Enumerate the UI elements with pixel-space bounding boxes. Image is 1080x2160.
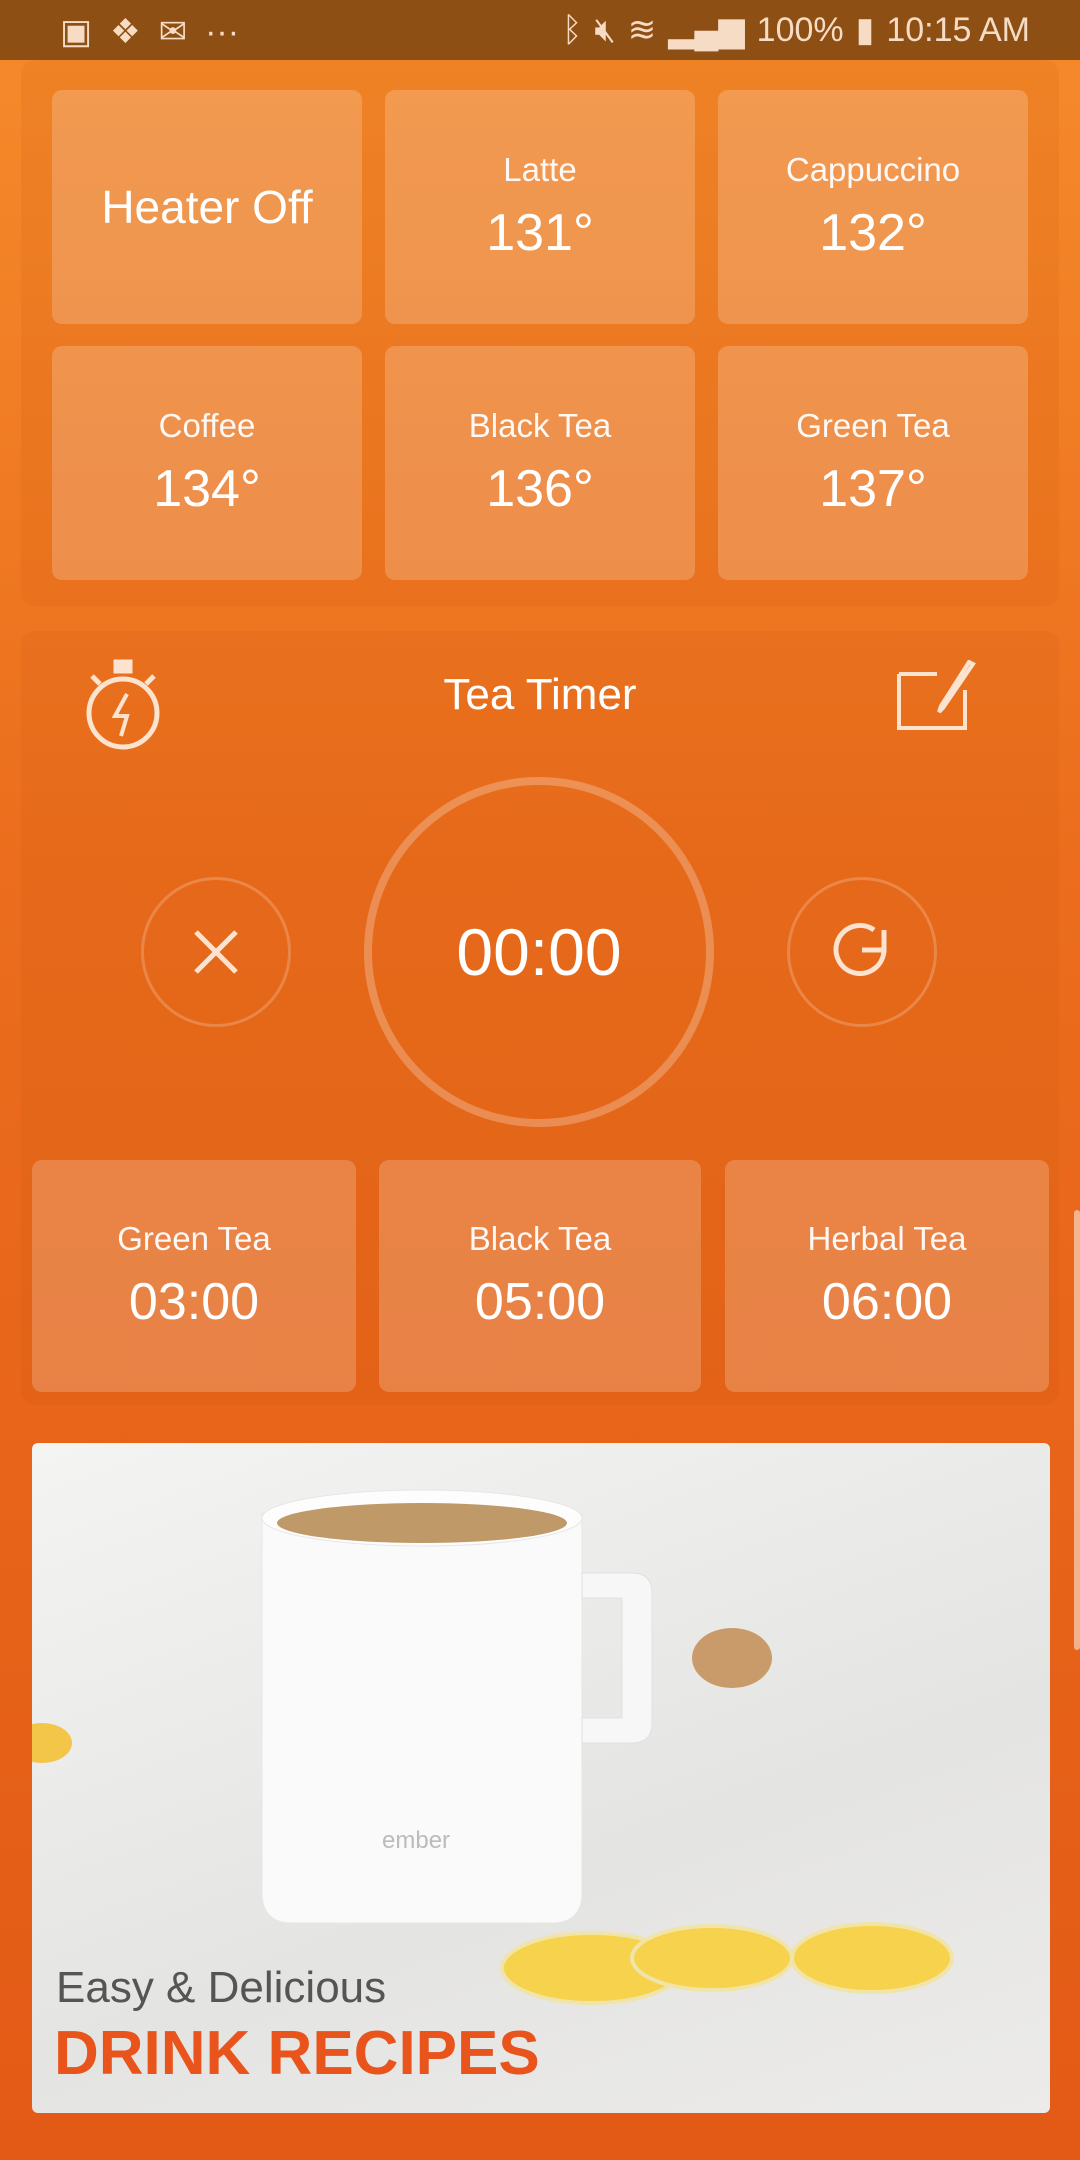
battery-percent: 100% [756,10,844,49]
preset-label: Green Tea [796,407,950,444]
scrollbar[interactable] [1074,1210,1080,1650]
preset-latte[interactable]: Latte 131° [385,90,695,324]
restart-timer-button[interactable] [787,877,937,1027]
signal-icon: ▂▄▆ [668,11,745,49]
preset-temp: 132° [819,204,927,262]
preset-label: Coffee [158,407,256,444]
timer-preset-time: 06:00 [821,1273,953,1331]
timer-preset-label: Black Tea [468,1220,612,1257]
clock: 10:15 AM [886,10,1030,49]
status-bar: ▣ ❖ ✉ ··· ᛒ 🔇︎ ≋ ▂▄▆ 100% ▮ 10:15 AM [0,0,1080,60]
preset-label: Black Tea [468,407,612,444]
stopwatch-icon[interactable] [80,658,166,754]
dropbox-icon: ❖ [110,13,141,51]
edit-icon[interactable] [895,660,980,732]
preset-temp: 134° [153,460,261,518]
timer-dial[interactable]: 00:00 [364,777,714,1127]
preset-temp: 136° [486,460,594,518]
timer-preset-time: 03:00 [128,1273,260,1331]
preset-black-tea[interactable]: Black Tea 136° [385,346,695,580]
battery-icon: ▮ [855,11,875,49]
preset-temp: 137° [819,460,927,518]
mute-icon: 🔇︎ [594,10,616,49]
timer-preset-label: Herbal Tea [807,1220,967,1257]
refresh-icon [833,923,887,976]
preset-temp: 131° [486,204,594,262]
more-icon: ··· [205,12,240,51]
timer-display: 00:00 [456,915,622,989]
recipes-subtitle: Easy & Delicious [56,1963,387,2012]
timer-title: Tea Timer [443,670,637,719]
timer-preset-herbal-tea[interactable]: Herbal Tea 06:00 [725,1160,1049,1392]
drink-recipes-banner[interactable]: ember Easy & Delicious DRINK RECIPES [32,1443,1050,2113]
cancel-timer-button[interactable] [141,877,291,1027]
preset-label: Cappuccino [785,151,961,188]
preset-coffee[interactable]: Coffee 134° [52,346,362,580]
wifi-icon: ≋ [627,11,657,49]
gallery-icon: ▣ [60,13,93,51]
preset-green-tea[interactable]: Green Tea 137° [718,346,1028,580]
close-icon [194,930,238,974]
preset-heater-off[interactable]: Heater Off [52,90,362,324]
timer-preset-black-tea[interactable]: Black Tea 05:00 [379,1160,701,1392]
preset-cappuccino[interactable]: Cappuccino 132° [718,90,1028,324]
email-icon: ✉ [158,13,188,51]
timer-preset-time: 05:00 [474,1273,606,1331]
timer-preset-label: Green Tea [117,1220,271,1257]
timer-preset-green-tea[interactable]: Green Tea 03:00 [32,1160,356,1392]
recipes-title: DRINK RECIPES [54,2019,540,2088]
preset-label: Latte [503,151,577,188]
preset-label: Heater Off [101,181,313,233]
svg-text:ember: ember [382,1827,450,1854]
bluetooth-icon: ᛒ [561,10,583,49]
